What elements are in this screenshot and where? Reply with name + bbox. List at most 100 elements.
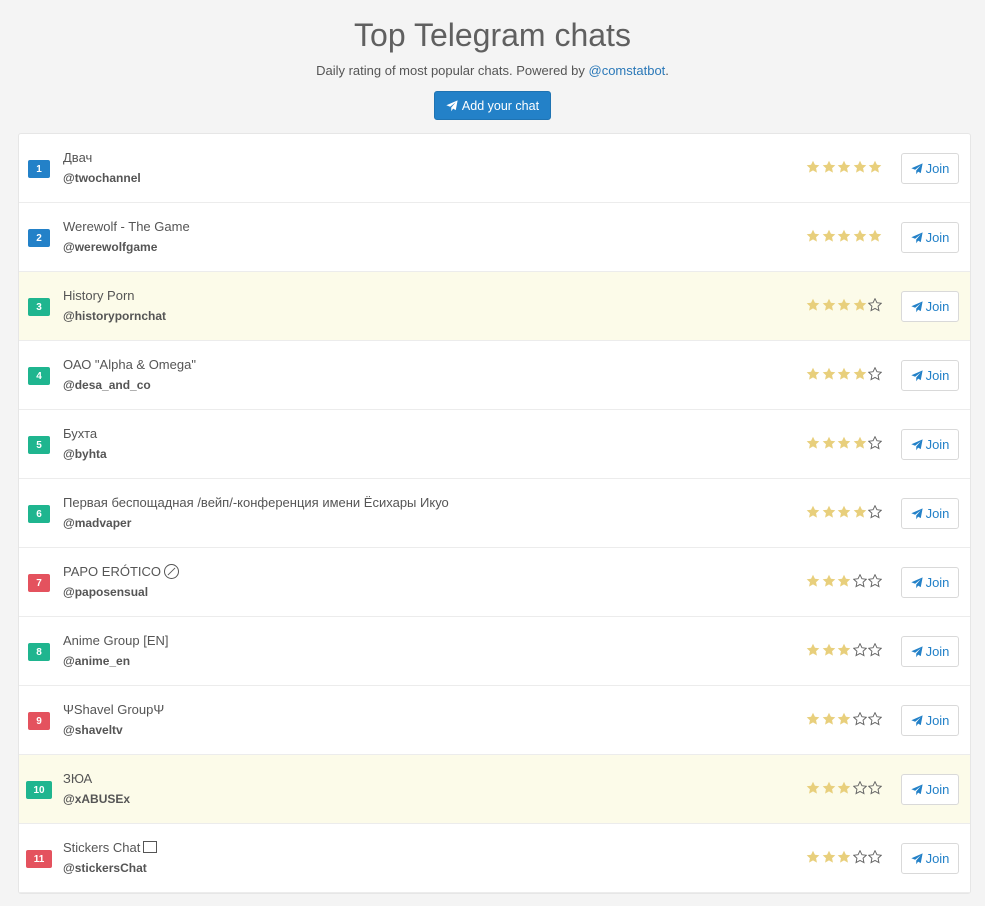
star-empty-icon — [868, 367, 882, 381]
chat-row: 11 Stickers Chat @stickersChat Join — [19, 824, 970, 893]
rating-stars — [806, 850, 882, 864]
chat-handle: @stickersChat — [63, 861, 147, 875]
star-filled-icon — [868, 160, 882, 174]
chat-name[interactable]: Werewolf - The Game — [63, 218, 190, 235]
star-filled-icon — [822, 712, 836, 726]
chat-handle: @anime_en — [63, 654, 131, 668]
rating-stars — [806, 436, 882, 450]
eighteen-plus-icon — [164, 564, 179, 580]
chat-name[interactable]: PAPO ERÓTICO — [63, 563, 179, 580]
join-button[interactable]: Join — [901, 360, 959, 391]
star-filled-icon — [853, 367, 867, 381]
rating-stars — [806, 574, 882, 588]
star-empty-icon — [868, 643, 882, 657]
star-filled-icon — [822, 436, 836, 450]
chat-handle: @shaveltv — [63, 723, 123, 737]
chat-name[interactable]: ΨShavel GroupΨ — [63, 701, 164, 718]
chat-row: 8 Anime Group [EN] @anime_en Join — [19, 617, 970, 686]
star-filled-icon — [806, 160, 820, 174]
join-label: Join — [925, 230, 950, 245]
star-filled-icon — [806, 367, 820, 381]
star-filled-icon — [806, 436, 820, 450]
star-filled-icon — [837, 160, 851, 174]
paper-plane-icon — [910, 783, 923, 795]
rank-badge: 5 — [28, 436, 50, 454]
join-label: Join — [925, 644, 950, 659]
paper-plane-icon — [910, 852, 923, 864]
rank-badge: 1 — [28, 160, 50, 178]
star-filled-icon — [837, 505, 851, 519]
star-filled-icon — [806, 850, 820, 864]
star-empty-icon — [852, 643, 867, 657]
rank-badge: 8 — [28, 643, 50, 661]
rank-badge: 2 — [28, 229, 50, 247]
rating-stars — [806, 229, 882, 243]
star-filled-icon — [853, 436, 867, 450]
star-filled-icon — [837, 574, 851, 588]
join-button[interactable]: Join — [901, 222, 959, 253]
paper-plane-icon — [910, 369, 923, 381]
join-button[interactable]: Join — [901, 636, 959, 667]
chat-name[interactable]: Stickers Chat — [63, 839, 158, 856]
paper-plane-icon — [910, 438, 923, 450]
chat-name[interactable]: Anime Group [EN] — [63, 632, 169, 649]
join-button[interactable]: Join — [901, 705, 959, 736]
star-filled-icon — [837, 781, 851, 795]
chat-name[interactable]: History Porn — [63, 287, 135, 304]
star-filled-icon — [822, 298, 836, 312]
chat-list: 1 Двач @twochannel Join 2 Werewolf - The Game… — [18, 133, 971, 894]
rank-badge: 4 — [28, 367, 50, 385]
chat-name[interactable]: ЗЮА — [63, 770, 92, 787]
rating-stars — [806, 643, 882, 657]
rank-badge: 11 — [26, 850, 52, 868]
star-filled-icon — [837, 850, 851, 864]
add-your-chat-label: Add your chat — [461, 98, 540, 113]
chat-row: 10 ЗЮА @xABUSEx Join — [19, 755, 970, 824]
chat-name[interactable]: Первая беспощадная /вейп/-конференция им… — [63, 494, 449, 511]
page-subtitle: Daily rating of most popular chats. Powe… — [0, 63, 985, 79]
join-button[interactable]: Join — [901, 291, 959, 322]
chat-handle: @xABUSEx — [63, 792, 131, 806]
chat-name-text: ΨShavel GroupΨ — [63, 702, 165, 717]
join-button[interactable]: Join — [901, 498, 959, 529]
chat-name[interactable]: Бухта — [63, 425, 97, 442]
join-label: Join — [925, 575, 950, 590]
star-filled-icon — [822, 160, 836, 174]
star-filled-icon — [806, 643, 820, 657]
join-button[interactable]: Join — [901, 567, 959, 598]
join-button[interactable]: Join — [901, 843, 959, 874]
join-button[interactable]: Join — [901, 774, 959, 805]
star-empty-icon — [868, 298, 882, 312]
chat-name[interactable]: ОАО "Alpha & Omega" — [63, 356, 196, 373]
chat-name-text: PAPO ERÓTICO — [63, 564, 161, 579]
join-button[interactable]: Join — [901, 153, 959, 184]
paper-plane-icon — [446, 99, 458, 111]
chat-name[interactable]: Двач — [63, 149, 92, 166]
star-filled-icon — [806, 229, 820, 243]
chat-row: 9 ΨShavel GroupΨ @shaveltv Join — [19, 686, 970, 755]
chat-row: 4 ОАО "Alpha & Omega" @desa_and_co Join — [19, 341, 970, 410]
chat-handle: @historypornchat — [63, 309, 167, 323]
paper-plane-icon — [910, 300, 923, 312]
add-your-chat-button[interactable]: Add your chat — [433, 91, 552, 120]
join-label: Join — [925, 851, 950, 866]
star-empty-icon — [852, 850, 867, 864]
comstatbot-link[interactable]: @comstatbot — [589, 63, 666, 78]
subtitle-suffix: . — [665, 63, 669, 78]
chat-row: 6 Первая беспощадная /вейп/-конференция и… — [19, 479, 970, 548]
join-label: Join — [925, 782, 950, 797]
star-filled-icon — [853, 160, 867, 174]
chat-name-text: Stickers Chat — [63, 840, 141, 855]
chat-row: 3 History Porn @historypornchat Join — [19, 272, 970, 341]
star-filled-icon — [806, 574, 820, 588]
star-filled-icon — [853, 298, 867, 312]
join-button[interactable]: Join — [901, 429, 959, 460]
star-filled-icon — [822, 850, 836, 864]
join-label: Join — [925, 368, 950, 383]
chat-row: 7 PAPO ERÓTICO @paposensual Join — [19, 548, 970, 617]
chat-name-text: ОАО "Alpha & Omega" — [63, 357, 196, 372]
chat-name-text: Werewolf - The Game — [63, 219, 190, 234]
paper-plane-icon — [910, 576, 923, 588]
rank-badge: 9 — [28, 712, 50, 730]
chat-handle: @byhta — [63, 447, 107, 461]
